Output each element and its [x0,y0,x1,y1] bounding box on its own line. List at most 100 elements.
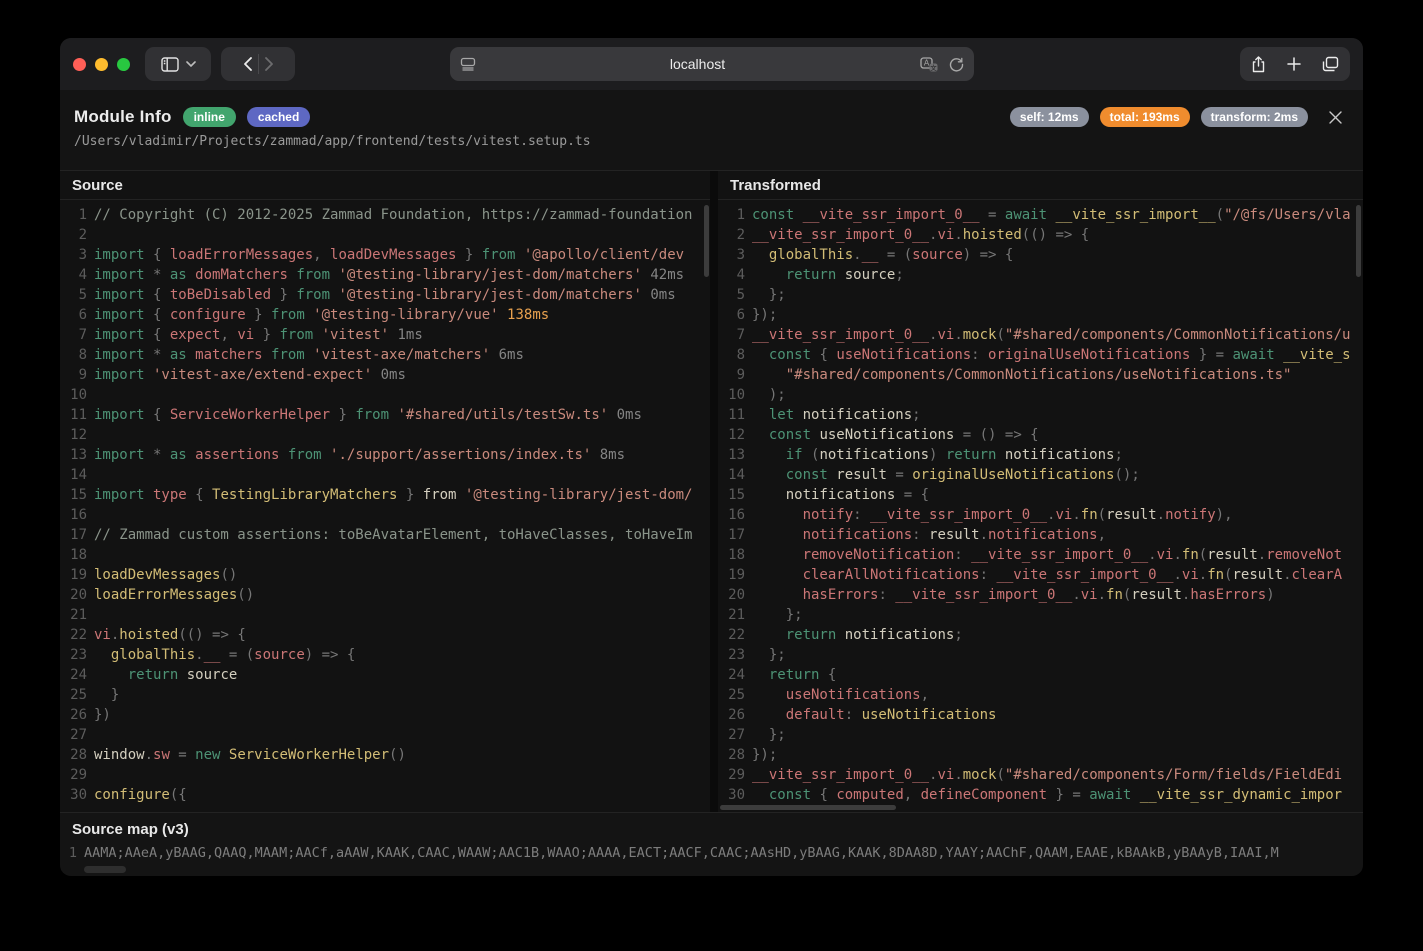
code-text: if (notifications) return notifications; [752,445,1363,465]
minimize-window-button[interactable] [95,58,108,71]
line-number: 16 [718,505,752,525]
close-icon[interactable] [1328,110,1343,125]
line-number: 2 [718,225,752,245]
code-line: 1const __vite_ssr_import_0__ = await __v… [718,205,1363,225]
line-number: 20 [60,585,94,605]
code-line: 9 "#shared/components/CommonNotification… [718,365,1363,385]
code-text [94,765,710,785]
code-line: 10 [60,385,710,405]
module-file-path: /Users/vladimir/Projects/zammad/app/fron… [74,134,1349,149]
code-line: 20loadErrorMessages() [60,585,710,605]
forward-icon[interactable] [265,57,274,71]
code-line: 4import * as domMatchers from '@testing-… [60,265,710,285]
source-vertical-scrollbar[interactable] [704,205,709,277]
line-number: 12 [718,425,752,445]
code-text: hasErrors: __vite_ssr_import_0__.vi.fn(r… [752,585,1363,605]
code-text: const { computed, defineComponent } = aw… [752,785,1363,805]
reload-icon[interactable] [949,57,964,72]
code-text: }) [94,705,710,725]
code-text: __vite_ssr_import_0__.vi.hoisted(() => { [752,225,1363,245]
code-text: import 'vitest-axe/extend-expect' 0ms [94,365,710,385]
code-line: 4 return source; [718,265,1363,285]
line-number: 13 [718,445,752,465]
line-number: 14 [60,465,94,485]
code-text: import * as matchers from 'vitest-axe/ma… [94,345,710,365]
code-line: 7import { expect, vi } from 'vitest' 1ms [60,325,710,345]
code-text [94,465,710,485]
line-number: 9 [60,365,94,385]
line-number: 21 [60,605,94,625]
nav-separator [258,54,259,74]
code-text: }; [752,725,1363,745]
code-text [94,225,710,245]
code-line: 17 notifications: result.notifications, [718,525,1363,545]
code-text [94,545,710,565]
toolbar-actions [1240,47,1350,81]
tabs-icon[interactable] [1322,56,1339,72]
browser-window: localhost A 文 [60,38,1363,876]
code-line: 5 }; [718,285,1363,305]
transformed-horizontal-scrollbar[interactable] [720,805,896,810]
code-text: const __vite_ssr_import_0__ = await __vi… [752,205,1363,225]
code-text: }; [752,605,1363,625]
code-text: }; [752,285,1363,305]
code-text: import { configure } from '@testing-libr… [94,305,710,325]
code-text: ); [752,385,1363,405]
reader-icon[interactable] [460,57,476,71]
sourcemap-horizontal-scrollbar[interactable] [84,866,126,873]
sidebar-icon [161,57,179,72]
new-tab-icon[interactable] [1287,57,1301,71]
code-line: 24 return { [718,665,1363,685]
sidebar-toggle-button[interactable] [145,47,211,81]
nav-buttons [221,47,295,81]
code-text [94,505,710,525]
code-line: 26 default: useNotifications [718,705,1363,725]
close-window-button[interactable] [73,58,86,71]
line-number: 22 [718,625,752,645]
code-text: globalThis.__ = (source) => { [752,245,1363,265]
sourcemap-section: Source map (v3) 1 AAMA;AAeA,yBAAG,QAAQ,M… [60,812,1363,876]
line-number: 15 [60,485,94,505]
code-line: 15 notifications = { [718,485,1363,505]
code-line: 5import { toBeDisabled } from '@testing-… [60,285,710,305]
code-line: 14 const result = originalUseNotificatio… [718,465,1363,485]
back-icon[interactable] [243,57,252,71]
code-line: 26}) [60,705,710,725]
timing-badge: total: 193ms [1100,107,1190,127]
transformed-vertical-scrollbar[interactable] [1356,205,1361,277]
code-line: 8import * as matchers from 'vitest-axe/m… [60,345,710,365]
code-line: 25 useNotifications, [718,685,1363,705]
code-text: return source [94,665,710,685]
timing-badge: transform: 2ms [1201,107,1308,127]
code-line: 3import { loadErrorMessages, loadDevMess… [60,245,710,265]
code-text: import * as domMatchers from '@testing-l… [94,265,710,285]
transformed-panel: Transformed 1const __vite_ssr_import_0__… [718,171,1363,812]
line-number: 22 [60,625,94,645]
address-bar[interactable]: localhost A 文 [450,47,974,81]
code-text: const { useNotifications: originalUseNot… [752,345,1363,365]
url-text[interactable]: localhost [476,56,920,72]
line-number: 25 [60,685,94,705]
source-code[interactable]: 1// Copyright (C) 2012-2025 Zammad Found… [60,200,710,812]
code-text: }); [752,745,1363,765]
code-line: 18 [60,545,710,565]
code-text: loadDevMessages() [94,565,710,585]
code-text: __vite_ssr_import_0__.vi.mock("#shared/c… [752,325,1363,345]
code-text [94,425,710,445]
line-number: 3 [60,245,94,265]
line-number: 17 [60,525,94,545]
transformed-code[interactable]: 1const __vite_ssr_import_0__ = await __v… [718,200,1363,812]
timing-badge: self: 12ms [1010,107,1089,127]
line-number: 2 [60,225,94,245]
code-line: 10 ); [718,385,1363,405]
zoom-window-button[interactable] [117,58,130,71]
code-line: 16 [60,505,710,525]
code-text: return { [752,665,1363,685]
line-number: 7 [718,325,752,345]
code-text: // Zammad custom assertions: toBeAvatarE… [94,525,710,545]
line-number: 25 [718,685,752,705]
code-text: return source; [752,265,1363,285]
share-icon[interactable] [1251,56,1266,73]
code-line: 30 const { computed, defineComponent } =… [718,785,1363,805]
translate-icon[interactable]: A 文 [920,57,939,72]
